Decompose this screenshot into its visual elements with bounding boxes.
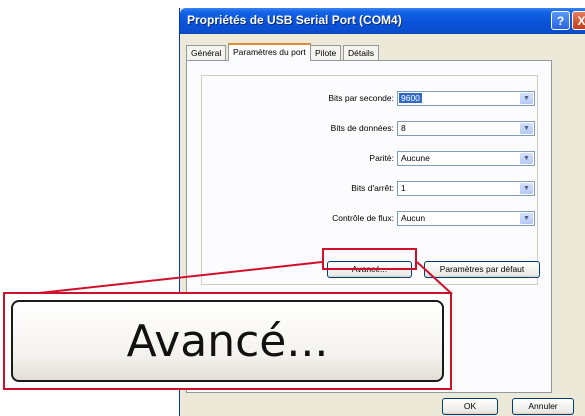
tab-general[interactable]: Général	[186, 45, 227, 60]
tab-details[interactable]: Détails	[343, 45, 379, 60]
restore-defaults-button[interactable]: Paramètres par défaut	[424, 261, 540, 278]
flow-control-value: Aucun	[401, 213, 426, 223]
zoom-callout: Avancé...	[3, 292, 452, 390]
chevron-down-icon[interactable]: ▼	[520, 183, 533, 194]
baud-rate-label: Bits par seconde:	[328, 93, 394, 103]
chevron-down-icon[interactable]: ▼	[520, 213, 533, 224]
zoomed-advanced-label: Avancé...	[126, 316, 329, 367]
zoomed-advanced-button: Avancé...	[11, 300, 444, 382]
tab-driver[interactable]: Pilote	[310, 45, 342, 60]
chevron-down-icon[interactable]: ▼	[520, 123, 533, 134]
stop-bits-select[interactable]: 1 ▼	[397, 181, 535, 196]
baud-rate-value: 9600	[399, 93, 422, 103]
parity-label: Parité:	[369, 153, 394, 163]
ok-button[interactable]: OK	[442, 398, 498, 415]
stop-bits-value: 1	[401, 183, 406, 193]
help-icon: ?	[556, 14, 565, 28]
baud-rate-select[interactable]: 9600 ▼	[397, 91, 535, 106]
title-bar[interactable]: Propriétés de USB Serial Port (COM4) ? X	[180, 8, 585, 34]
help-button[interactable]: ?	[551, 11, 570, 30]
close-icon: X	[577, 14, 585, 28]
data-bits-value: 8	[401, 123, 406, 133]
chevron-down-icon[interactable]: ▼	[520, 153, 533, 164]
chevron-down-icon[interactable]: ▼	[520, 93, 533, 104]
tab-port-settings[interactable]: Paramètres du port	[228, 43, 311, 61]
flow-control-select[interactable]: Aucun ▼	[397, 211, 535, 226]
stop-bits-label: Bits d'arrêt:	[351, 183, 394, 193]
parity-select[interactable]: Aucune ▼	[397, 151, 535, 166]
window-title: Propriétés de USB Serial Port (COM4)	[187, 13, 402, 27]
data-bits-label: Bits de données:	[330, 123, 394, 133]
parity-value: Aucune	[401, 153, 430, 163]
advanced-button-highlight	[322, 248, 417, 270]
close-button[interactable]: X	[572, 11, 585, 30]
cancel-button[interactable]: Annuler	[512, 398, 574, 415]
flow-control-label: Contrôle de flux:	[332, 213, 394, 223]
data-bits-select[interactable]: 8 ▼	[397, 121, 535, 136]
